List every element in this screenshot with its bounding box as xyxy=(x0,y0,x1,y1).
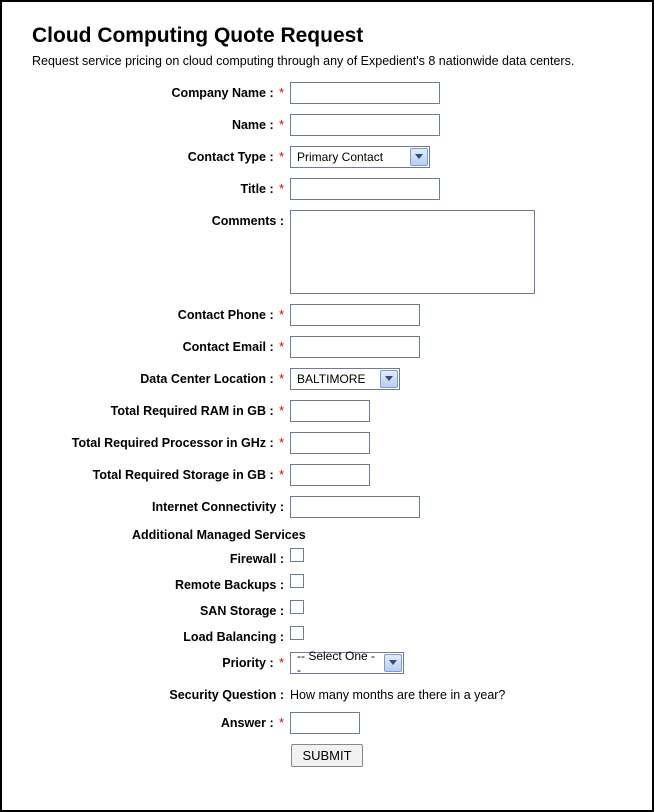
row-firewall: Firewall : xyxy=(32,548,622,566)
submit-button[interactable]: SUBMIT xyxy=(291,744,362,767)
required-marker: * xyxy=(279,656,284,670)
label-remote-backups: Remote Backups : xyxy=(175,578,284,592)
title-field[interactable] xyxy=(290,178,440,200)
label-security-question: Security Question : xyxy=(169,688,284,702)
required-marker: * xyxy=(279,436,284,450)
security-question-text: How many months are there in a year? xyxy=(290,684,505,702)
row-internet: Internet Connectivity : xyxy=(32,496,622,518)
chevron-down-icon xyxy=(384,654,402,672)
contact-phone-field[interactable] xyxy=(290,304,420,326)
label-processor: Total Required Processor in GHz : xyxy=(72,436,274,450)
priority-value: -- Select One -- xyxy=(291,649,383,677)
required-marker: * xyxy=(279,404,284,418)
row-remote-backups: Remote Backups : xyxy=(32,574,622,592)
storage-field[interactable] xyxy=(290,464,370,486)
remote-backups-checkbox[interactable] xyxy=(290,574,304,588)
submit-row: SUBMIT xyxy=(32,744,622,767)
managed-services-header: Additional Managed Services xyxy=(32,528,622,542)
row-contact-type: Contact Type : * Primary Contact xyxy=(32,146,622,168)
row-security-question: Security Question : How many months are … xyxy=(32,684,622,702)
label-load-balancing: Load Balancing : xyxy=(183,630,284,644)
contact-email-field[interactable] xyxy=(290,336,420,358)
label-firewall: Firewall : xyxy=(230,552,284,566)
row-company-name: Company Name : * xyxy=(32,82,622,104)
label-contact-email: Contact Email : xyxy=(183,340,274,354)
label-priority: Priority : xyxy=(222,656,273,670)
required-marker: * xyxy=(279,716,284,730)
label-ram: Total Required RAM in GB : xyxy=(111,404,274,418)
row-answer: Answer : * xyxy=(32,712,622,734)
row-title: Title : * xyxy=(32,178,622,200)
chevron-down-icon xyxy=(380,370,398,388)
row-san-storage: SAN Storage : xyxy=(32,600,622,618)
firewall-checkbox[interactable] xyxy=(290,548,304,562)
internet-field[interactable] xyxy=(290,496,420,518)
processor-field[interactable] xyxy=(290,432,370,454)
label-comments: Comments : xyxy=(212,214,284,228)
required-marker: * xyxy=(279,150,284,164)
label-storage: Total Required Storage in GB : xyxy=(93,468,274,482)
label-internet: Internet Connectivity : xyxy=(152,500,284,514)
load-balancing-checkbox[interactable] xyxy=(290,626,304,640)
comments-field[interactable] xyxy=(290,210,535,294)
label-answer: Answer : xyxy=(221,716,274,730)
required-marker: * xyxy=(279,468,284,482)
row-name: Name : * xyxy=(32,114,622,136)
contact-type-value: Primary Contact xyxy=(291,150,409,164)
data-center-value: BALTIMORE xyxy=(291,372,379,386)
page-title: Cloud Computing Quote Request xyxy=(32,24,622,48)
required-marker: * xyxy=(279,182,284,196)
chevron-down-icon xyxy=(410,148,428,166)
label-contact-type: Contact Type : xyxy=(188,150,274,164)
required-marker: * xyxy=(279,340,284,354)
priority-select[interactable]: -- Select One -- xyxy=(290,652,404,674)
answer-field[interactable] xyxy=(290,712,360,734)
data-center-select[interactable]: BALTIMORE xyxy=(290,368,400,390)
row-contact-email: Contact Email : * xyxy=(32,336,622,358)
row-storage: Total Required Storage in GB : * xyxy=(32,464,622,486)
ram-field[interactable] xyxy=(290,400,370,422)
required-marker: * xyxy=(279,372,284,386)
row-comments: Comments : xyxy=(32,210,622,294)
row-priority: Priority : * -- Select One -- xyxy=(32,652,622,674)
company-name-field[interactable] xyxy=(290,82,440,104)
san-storage-checkbox[interactable] xyxy=(290,600,304,614)
row-processor: Total Required Processor in GHz : * xyxy=(32,432,622,454)
label-company-name: Company Name : xyxy=(172,86,274,100)
label-name: Name : xyxy=(232,118,274,132)
label-data-center: Data Center Location : xyxy=(140,372,273,386)
row-data-center: Data Center Location : * BALTIMORE xyxy=(32,368,622,390)
contact-type-select[interactable]: Primary Contact xyxy=(290,146,430,168)
label-title: Title : xyxy=(241,182,274,196)
name-field[interactable] xyxy=(290,114,440,136)
row-contact-phone: Contact Phone : * xyxy=(32,304,622,326)
form-frame: Cloud Computing Quote Request Request se… xyxy=(0,0,654,812)
required-marker: * xyxy=(279,118,284,132)
label-san-storage: SAN Storage : xyxy=(200,604,284,618)
required-marker: * xyxy=(279,86,284,100)
row-load-balancing: Load Balancing : xyxy=(32,626,622,644)
label-contact-phone: Contact Phone : xyxy=(178,308,274,322)
row-ram: Total Required RAM in GB : * xyxy=(32,400,622,422)
required-marker: * xyxy=(279,308,284,322)
page-subtitle: Request service pricing on cloud computi… xyxy=(32,54,622,68)
